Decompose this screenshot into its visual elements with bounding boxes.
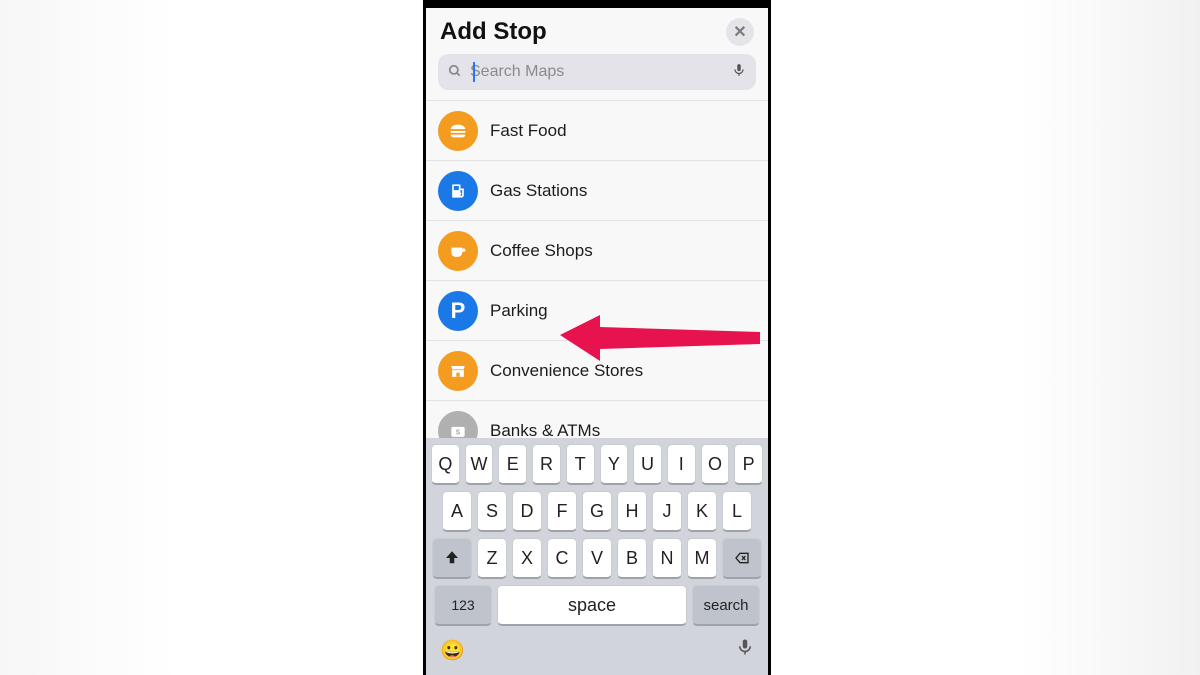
backspace-icon xyxy=(732,550,752,566)
key-i[interactable]: I xyxy=(667,444,696,485)
category-label: Convenience Stores xyxy=(490,361,643,381)
key-f[interactable]: F xyxy=(547,491,577,532)
key-s[interactable]: S xyxy=(477,491,507,532)
key-x[interactable]: X xyxy=(512,538,542,579)
search-field[interactable] xyxy=(438,54,756,90)
category-label: Coffee Shops xyxy=(490,241,593,261)
page-title: Add Stop xyxy=(440,18,547,46)
key-g[interactable]: G xyxy=(582,491,612,532)
category-label: Parking xyxy=(490,301,548,321)
category-label: Gas Stations xyxy=(490,181,587,201)
status-bar xyxy=(426,0,768,8)
phone-frame: Add Stop ✕ Fast Food Gas Stations xyxy=(423,0,771,675)
category-fast-food[interactable]: Fast Food xyxy=(426,101,768,161)
key-d[interactable]: D xyxy=(512,491,542,532)
key-k[interactable]: K xyxy=(687,491,717,532)
key-c[interactable]: C xyxy=(547,538,577,579)
category-label: Fast Food xyxy=(490,121,567,141)
dictation-icon[interactable] xyxy=(732,61,746,84)
backspace-key[interactable] xyxy=(722,538,762,579)
space-key[interactable]: space xyxy=(497,585,687,626)
key-o[interactable]: O xyxy=(701,444,730,485)
on-screen-keyboard: Q W E R T Y U I O P A S D F G H J K L Z xyxy=(426,438,768,675)
parking-letter: P xyxy=(451,298,466,324)
key-z[interactable]: Z xyxy=(477,538,507,579)
key-y[interactable]: Y xyxy=(600,444,629,485)
search-key[interactable]: search xyxy=(692,585,760,626)
key-q[interactable]: Q xyxy=(431,444,460,485)
key-u[interactable]: U xyxy=(633,444,662,485)
key-h[interactable]: H xyxy=(617,491,647,532)
parking-icon: P xyxy=(438,291,478,331)
keyboard-row-2: A S D F G H J K L xyxy=(426,485,768,532)
emoji-icon[interactable]: 😀 xyxy=(440,638,465,663)
key-p[interactable]: P xyxy=(734,444,763,485)
key-w[interactable]: W xyxy=(465,444,494,485)
key-r[interactable]: R xyxy=(532,444,561,485)
key-a[interactable]: A xyxy=(442,491,472,532)
key-t[interactable]: T xyxy=(566,444,595,485)
search-input[interactable] xyxy=(468,62,726,82)
numbers-key[interactable]: 123 xyxy=(434,585,492,626)
category-coffee-shops[interactable]: Coffee Shops xyxy=(426,221,768,281)
coffee-cup-icon xyxy=(438,231,478,271)
shift-key[interactable] xyxy=(432,538,472,579)
keyboard-toolbar: 😀 xyxy=(426,626,768,664)
keyboard-row-1: Q W E R T Y U I O P xyxy=(426,438,768,485)
text-cursor xyxy=(473,62,475,82)
key-v[interactable]: V xyxy=(582,538,612,579)
shift-icon xyxy=(443,549,461,567)
category-parking[interactable]: P Parking xyxy=(426,281,768,341)
category-gas-stations[interactable]: Gas Stations xyxy=(426,161,768,221)
key-j[interactable]: J xyxy=(652,491,682,532)
search-icon xyxy=(448,64,462,81)
burger-icon xyxy=(438,111,478,151)
close-button[interactable]: ✕ xyxy=(726,18,754,46)
key-e[interactable]: E xyxy=(498,444,527,485)
key-l[interactable]: L xyxy=(722,491,752,532)
store-icon xyxy=(438,351,478,391)
close-icon: ✕ xyxy=(733,22,746,42)
key-m[interactable]: M xyxy=(687,538,717,579)
keyboard-row-3: Z X C V B N M xyxy=(426,532,768,579)
category-list: Fast Food Gas Stations Coffee Shops P Pa… xyxy=(426,100,768,461)
keyboard-row-func: 123 space search xyxy=(426,579,768,626)
gas-pump-icon xyxy=(438,171,478,211)
sheet-header: Add Stop ✕ xyxy=(426,8,768,54)
key-b[interactable]: B xyxy=(617,538,647,579)
mic-icon[interactable] xyxy=(736,636,754,664)
key-n[interactable]: N xyxy=(652,538,682,579)
category-convenience-stores[interactable]: Convenience Stores xyxy=(426,341,768,401)
